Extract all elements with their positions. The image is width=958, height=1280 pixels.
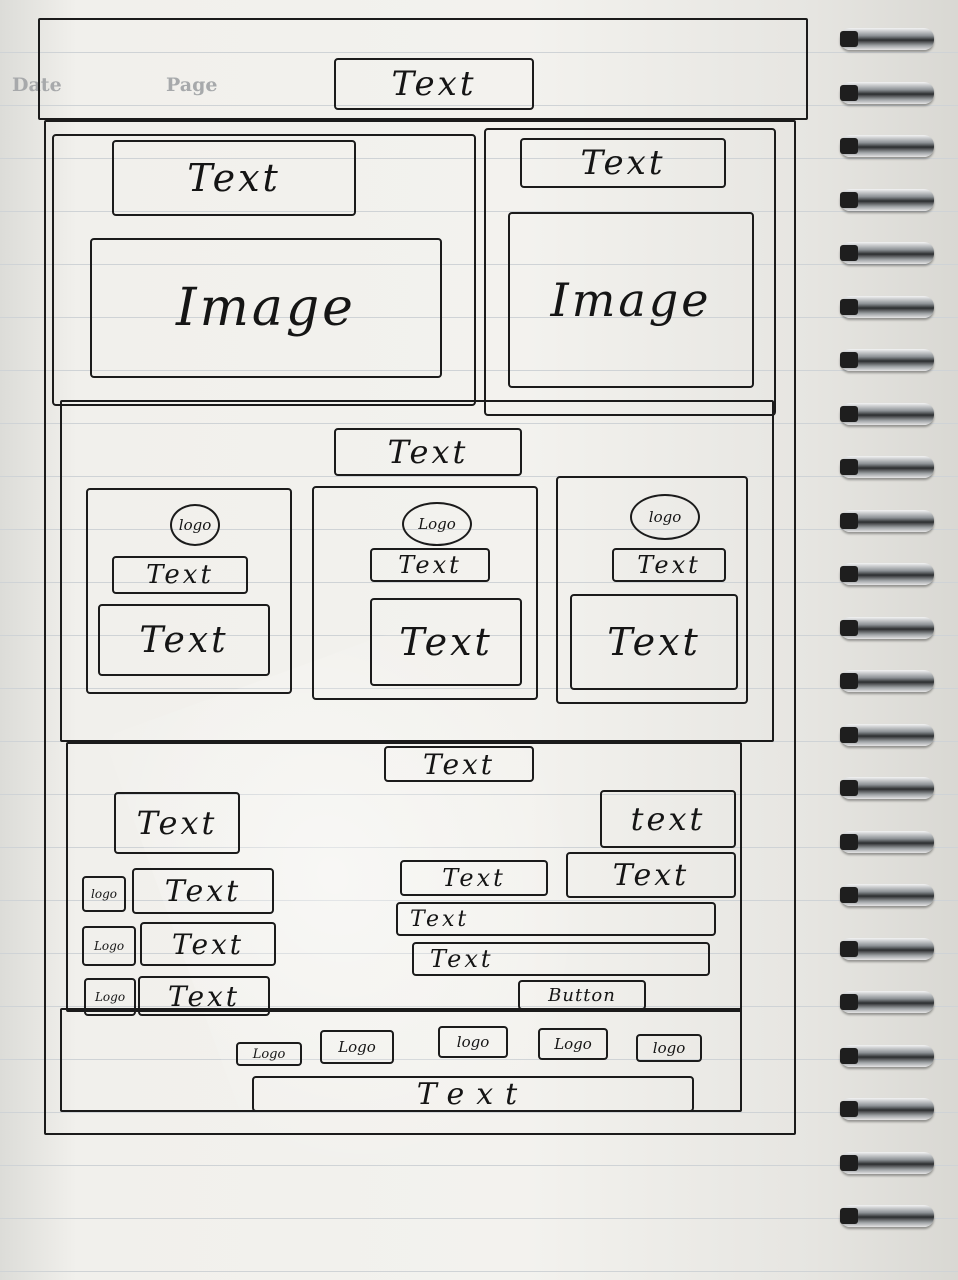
header-text: Text: [334, 58, 534, 110]
feature-card-3-logo: logo: [630, 494, 700, 540]
binding-hole: [840, 459, 858, 475]
feature-card-1-body: Text: [98, 604, 270, 676]
binding-hole: [840, 1208, 858, 1224]
form-field-d-label: Text: [430, 945, 494, 973]
binding-hole: [840, 833, 858, 850]
binding-hole: [840, 138, 858, 154]
footer-logo-5[interactable]: logo: [636, 1034, 702, 1062]
feature-card-2-heading: Text: [370, 548, 490, 582]
binding-hole: [840, 1101, 858, 1117]
binding-hole: [840, 1047, 858, 1064]
feature-card-2-body: Text: [370, 598, 522, 686]
hero-right-text: Text: [520, 138, 726, 188]
feature-card-1-heading: Text: [112, 556, 248, 594]
feature-card-3-body: Text: [570, 594, 738, 690]
contact-item-1-logo: logo: [82, 876, 126, 912]
binding-hole: [840, 887, 858, 903]
binding-hole: [840, 405, 858, 422]
binding-hole: [840, 726, 858, 743]
binding-hole: [840, 191, 858, 208]
footer-logo-1[interactable]: Logo: [236, 1042, 302, 1066]
footer-logo-3[interactable]: logo: [438, 1026, 508, 1058]
binding-hole: [840, 31, 858, 47]
contact-right-heading: text: [600, 790, 736, 848]
features-title: Text: [334, 428, 522, 476]
binding-hole: [840, 298, 858, 315]
footer-logo-2[interactable]: Logo: [320, 1030, 394, 1064]
contact-item-2-text: Text: [140, 922, 276, 966]
binding-hole: [840, 512, 858, 529]
contact-title: Text: [384, 746, 534, 782]
hero-left-image: Image: [90, 238, 442, 378]
feature-card-1-logo: logo: [170, 504, 220, 546]
binding-hole: [840, 566, 858, 582]
feature-card-3-heading: Text: [612, 548, 726, 582]
contact-left-heading: Text: [114, 792, 240, 854]
submit-button[interactable]: Button: [518, 980, 646, 1010]
form-field-a[interactable]: Text: [400, 860, 548, 896]
form-field-c-label: Text: [410, 906, 470, 932]
binding-hole: [840, 352, 858, 368]
feature-card-2-logo: Logo: [402, 502, 472, 546]
binding-hole: [840, 619, 858, 636]
form-field-c[interactable]: Text: [396, 902, 716, 936]
form-field-d[interactable]: Text: [412, 942, 710, 976]
hero-right-image: Image: [508, 212, 754, 388]
spiral-binding: [840, 20, 940, 1280]
binding-hole: [840, 84, 858, 101]
hero-left-text: Text: [112, 140, 356, 216]
binding-hole: [840, 1154, 858, 1171]
contact-item-2-logo: Logo: [82, 926, 136, 966]
binding-hole: [840, 673, 858, 689]
footer-text: Text: [252, 1076, 694, 1112]
binding-hole: [840, 940, 858, 957]
contact-item-1-text: Text: [132, 868, 274, 914]
footer-logo-4[interactable]: Logo: [538, 1028, 608, 1060]
binding-hole: [840, 780, 858, 796]
form-field-b[interactable]: Text: [566, 852, 736, 898]
binding-hole: [840, 994, 858, 1010]
binding-hole: [840, 245, 858, 261]
